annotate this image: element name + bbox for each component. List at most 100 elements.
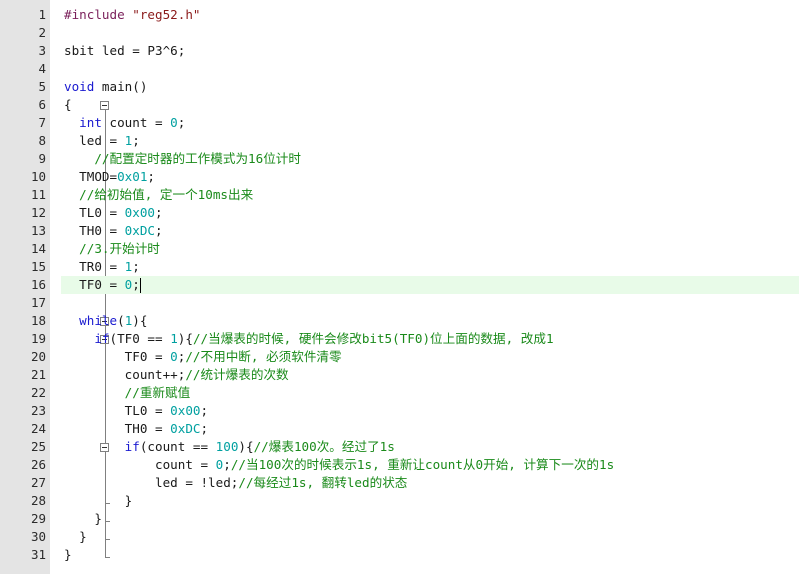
- code-token: count++;: [64, 367, 186, 382]
- code-token: sbit led = P3^6;: [64, 43, 186, 58]
- code-token: led = !led;: [64, 475, 239, 490]
- code-line[interactable]: //配置定时器的工作模式为16位计时: [64, 150, 799, 168]
- code-token: ;: [132, 133, 140, 148]
- code-token: led =: [64, 133, 125, 148]
- line-number: 2: [38, 25, 46, 40]
- code-line[interactable]: if(count == 100){//爆表100次。经过了1s: [64, 438, 799, 456]
- code-token: count =: [64, 457, 216, 472]
- code-line[interactable]: int count = 0;: [64, 114, 799, 132]
- comment-token: //当100次的时候表示1s, 重新让count从0开始, 计算下一次的1s: [230, 457, 615, 472]
- code-line[interactable]: }: [64, 546, 799, 564]
- code-token: count =: [101, 115, 171, 130]
- comment-token: //重新赋值: [124, 385, 191, 400]
- code-line-current[interactable]: TF0 = 0;: [61, 276, 799, 294]
- code-token: TL0 =: [64, 205, 125, 220]
- string-token: "reg52.h": [132, 7, 201, 22]
- code-line[interactable]: TL0 = 0x00;: [64, 402, 799, 420]
- code-line[interactable]: [64, 24, 799, 42]
- code-line[interactable]: //给初始值, 定一个10ms出来: [64, 186, 799, 204]
- line-number: 25: [30, 439, 46, 454]
- code-line[interactable]: TH0 = 0xDC;: [64, 420, 799, 438]
- code-line[interactable]: }: [64, 510, 799, 528]
- code-line[interactable]: }: [64, 528, 799, 546]
- code-token: TF0 =: [64, 349, 171, 364]
- line-number: 9: [38, 151, 46, 166]
- code-line[interactable]: while(1){: [64, 312, 799, 330]
- code-token: (: [117, 313, 125, 328]
- code-line[interactable]: //3.开始计时: [64, 240, 799, 258]
- comment-token: //爆表100次。经过了1s: [253, 439, 395, 454]
- code-line[interactable]: TL0 = 0x00;: [64, 204, 799, 222]
- number-token: 0xDC: [124, 223, 156, 238]
- line-number: 1: [38, 7, 46, 22]
- code-line[interactable]: if(TF0 == 1){//当爆表的时候, 硬件会修改bit5(TF0)位上面…: [64, 330, 799, 348]
- line-number: 23: [30, 403, 46, 418]
- code-line[interactable]: led = 1;: [64, 132, 799, 150]
- code-line[interactable]: #include "reg52.h": [64, 6, 799, 24]
- line-number: 30: [30, 529, 46, 544]
- code-line[interactable]: [64, 60, 799, 78]
- code-token: ;: [200, 403, 209, 418]
- line-number: 5: [38, 79, 46, 94]
- code-line[interactable]: count = 0;//当100次的时候表示1s, 重新让count从0开始, …: [64, 456, 799, 474]
- code-line[interactable]: //重新赋值: [64, 384, 799, 402]
- code-token: ;: [132, 277, 140, 292]
- code-line[interactable]: led = !led;//每经过1s, 翻转led的状态: [64, 474, 799, 492]
- line-number: 24: [30, 421, 46, 436]
- comment-token: //不用中断, 必须软件清零: [185, 349, 342, 364]
- code-line[interactable]: sbit led = P3^6;: [64, 42, 799, 60]
- line-number: 29: [30, 511, 46, 526]
- number-token: 100: [215, 439, 239, 454]
- code-token: ;: [155, 223, 163, 238]
- line-number: 4: [38, 61, 46, 76]
- number-token: 0: [170, 115, 178, 130]
- line-number: 13: [30, 223, 46, 238]
- line-number-gutter: 1 2 3 4 5 6 7 8 9 10 11 12 13 14 15 16 17 18 19 20 21 22 23 24 2…: [0, 0, 50, 574]
- comment-token: //当爆表的时候, 硬件会修改bit5(TF0)位上面的数据, 改成1: [192, 331, 554, 346]
- line-number: 28: [30, 493, 46, 508]
- comment-token: //3.开始计时: [79, 241, 160, 256]
- line-number: 26: [30, 457, 46, 472]
- code-token: TH0 =: [64, 223, 125, 238]
- line-numbers: 1 2 3 4 5 6 7 8 9 10 11 12 13 14 15 16 17 18 19 20 21 22 23 24 2…: [0, 6, 46, 564]
- line-number: 8: [38, 133, 46, 148]
- code-line[interactable]: void main(): [64, 78, 799, 96]
- keyword-token: while: [79, 313, 118, 328]
- code-line[interactable]: }: [64, 492, 799, 510]
- code-token: ;: [132, 259, 140, 274]
- code-token: TF0 =: [64, 277, 125, 292]
- code-token: TL0 =: [64, 403, 171, 418]
- code-token: TR0 =: [64, 259, 125, 274]
- code-token: ;: [147, 169, 156, 184]
- code-line[interactable]: TH0 = 0xDC;: [64, 222, 799, 240]
- line-number: 19: [30, 331, 46, 346]
- line-number: 12: [30, 205, 46, 220]
- code-token: (count ==: [139, 439, 216, 454]
- code-line[interactable]: TR0 = 1;: [64, 258, 799, 276]
- line-number: 15: [30, 259, 46, 274]
- line-number: 10: [30, 169, 46, 184]
- keyword-token: void: [64, 79, 95, 94]
- code-line[interactable]: {: [64, 96, 799, 114]
- code-line[interactable]: count++;//统计爆表的次数: [64, 366, 799, 384]
- code-area[interactable]: #include "reg52.h" sbit led = P3^6; void m…: [61, 6, 799, 564]
- comment-token: //给初始值, 定一个10ms出来: [79, 187, 254, 202]
- code-token: TMOD=: [64, 169, 118, 184]
- line-number: 31: [30, 547, 46, 562]
- code-line[interactable]: TMOD=0x01;: [64, 168, 799, 186]
- code-token: main(): [94, 79, 148, 94]
- code-line[interactable]: TF0 = 0;//不用中断, 必须软件清零: [64, 348, 799, 366]
- line-number: 14: [30, 241, 46, 256]
- number-token: 0x00: [124, 205, 156, 220]
- line-number: 11: [30, 187, 46, 202]
- code-token: }: [64, 547, 72, 562]
- code-token: ;: [155, 205, 163, 220]
- code-line[interactable]: [64, 294, 799, 312]
- code-editor[interactable]: 1 2 3 4 5 6 7 8 9 10 11 12 13 14 15 16 17 18 19 20 21 22 23 24 2…: [0, 0, 799, 574]
